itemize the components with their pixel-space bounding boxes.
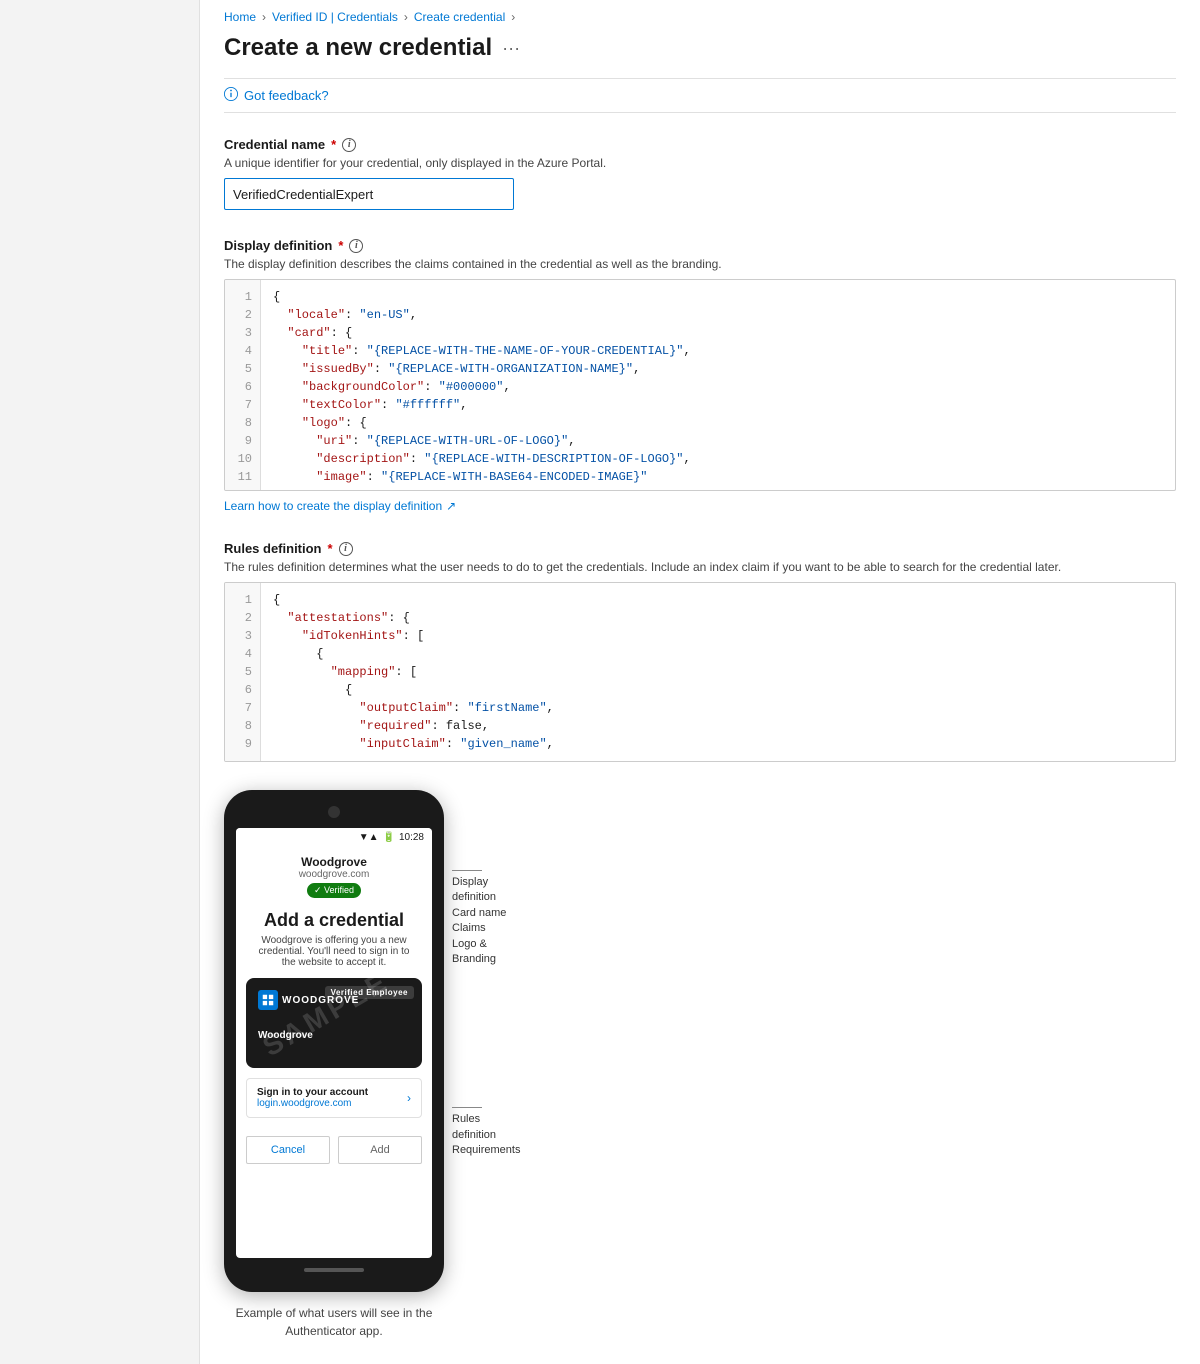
phone-org-url: woodgrove.com bbox=[248, 869, 420, 880]
card-org-name: Woodgrove bbox=[258, 1030, 410, 1041]
page-title: Create a new credential bbox=[224, 34, 492, 62]
verified-badge: ✓ Verified bbox=[307, 883, 361, 898]
breadcrumb-sep-2: › bbox=[404, 10, 408, 24]
rules-line-numbers: 12345 6789 bbox=[225, 583, 261, 761]
sign-in-label: Sign in to your account bbox=[257, 1087, 368, 1098]
phone-add-title: Add a credential bbox=[236, 902, 432, 935]
rules-definition-editor[interactable]: 12345 6789 { "attestations": { "idTokenH… bbox=[224, 582, 1176, 762]
phone-time: 10:28 bbox=[399, 832, 424, 843]
sign-in-arrow-icon: › bbox=[407, 1091, 411, 1105]
page-more-button[interactable]: ··· bbox=[502, 38, 520, 59]
right-column: ▼▲ 🔋 10:28 Woodgrove woodgrove.com ✓ Ver… bbox=[224, 790, 544, 1340]
display-definition-learn-link[interactable]: Learn how to create the display definiti… bbox=[224, 499, 456, 513]
phone-action-buttons: Cancel Add bbox=[236, 1128, 432, 1174]
phone-add-desc: Woodgrove is offering you a new credenti… bbox=[236, 935, 432, 978]
phone-home-bar bbox=[304, 1268, 364, 1272]
credential-card: Verified Employee WOODGROVE SAMPLE Woodg… bbox=[246, 978, 422, 1068]
phone-status-bar: ▼▲ 🔋 10:28 bbox=[236, 828, 432, 847]
phone-container: ▼▲ 🔋 10:28 Woodgrove woodgrove.com ✓ Ver… bbox=[224, 790, 444, 1340]
required-star: * bbox=[331, 137, 336, 152]
page-title-row: Create a new credential ··· bbox=[224, 34, 1176, 62]
breadcrumb-sep-3: › bbox=[511, 10, 515, 24]
phone-cancel-button[interactable]: Cancel bbox=[246, 1136, 330, 1164]
signal-icon: ▼▲ bbox=[359, 832, 379, 843]
ann-display-text: DisplaydefinitionCard nameClaimsLogo &Br… bbox=[452, 876, 506, 965]
credential-name-info-icon[interactable]: i bbox=[342, 138, 356, 152]
sidebar bbox=[0, 0, 200, 1364]
phone-camera bbox=[328, 806, 340, 818]
rules-definition-desc: The rules definition determines what the… bbox=[224, 560, 1176, 574]
breadcrumb-home[interactable]: Home bbox=[224, 10, 256, 24]
display-definition-section: Display definition * i The display defin… bbox=[224, 238, 1176, 513]
phone-screen: ▼▲ 🔋 10:28 Woodgrove woodgrove.com ✓ Ver… bbox=[236, 828, 432, 1258]
rules-definition-section: Rules definition * i The rules definitio… bbox=[224, 541, 1176, 762]
credential-name-label: Credential name * i bbox=[224, 137, 1176, 152]
two-col-layout: Credential name * i A unique identifier … bbox=[224, 137, 1176, 790]
display-definition-editor[interactable]: 12345 67891011 { "locale": "en-US", "car… bbox=[224, 279, 1176, 491]
credential-name-input[interactable] bbox=[224, 178, 514, 210]
sign-in-info: Sign in to your account login.woodgrove.… bbox=[257, 1087, 368, 1109]
external-link-icon: ↗ bbox=[446, 499, 456, 513]
main-content: Home › Verified ID | Credentials › Creat… bbox=[200, 0, 1200, 1364]
display-definition-desc: The display definition describes the cla… bbox=[224, 257, 1176, 271]
credential-name-section: Credential name * i A unique identifier … bbox=[224, 137, 1176, 210]
breadcrumb-create-credential[interactable]: Create credential bbox=[414, 10, 505, 24]
breadcrumb-verified-id[interactable]: Verified ID | Credentials bbox=[272, 10, 398, 24]
ann-rules-text: RulesdefinitionRequirements bbox=[452, 1113, 520, 1156]
sign-in-url: login.woodgrove.com bbox=[257, 1098, 368, 1109]
phone-example-text: Example of what users will see in theAut… bbox=[236, 1304, 433, 1340]
rules-definition-info-icon[interactable]: i bbox=[339, 542, 353, 556]
phone-sign-in-row: Sign in to your account login.woodgrove.… bbox=[246, 1078, 422, 1118]
rules-code-content: { "attestations": { "idTokenHints": [ { … bbox=[261, 583, 1175, 761]
display-definition-label: Display definition * i bbox=[224, 238, 1176, 253]
credential-name-desc: A unique identifier for your credential,… bbox=[224, 156, 1176, 170]
left-column: Credential name * i A unique identifier … bbox=[224, 137, 1176, 790]
breadcrumb-sep-1: › bbox=[262, 10, 266, 24]
breadcrumb: Home › Verified ID | Credentials › Creat… bbox=[224, 10, 1176, 24]
phone-mockup: ▼▲ 🔋 10:28 Woodgrove woodgrove.com ✓ Ver… bbox=[224, 790, 444, 1292]
feedback-icon bbox=[224, 87, 238, 104]
display-definition-info-icon[interactable]: i bbox=[349, 239, 363, 253]
display-req-star: * bbox=[338, 238, 343, 253]
phone-org-header: Woodgrove woodgrove.com ✓ Verified bbox=[236, 847, 432, 902]
phone-org-name: Woodgrove bbox=[248, 855, 420, 869]
annotations-side: DisplaydefinitionCard nameClaimsLogo &Br… bbox=[452, 870, 520, 1159]
feedback-bar[interactable]: Got feedback? bbox=[224, 78, 1176, 113]
display-definition-annotation: DisplaydefinitionCard nameClaimsLogo &Br… bbox=[452, 870, 520, 967]
card-badge: Verified Employee bbox=[325, 986, 414, 999]
feedback-label: Got feedback? bbox=[244, 88, 329, 103]
display-code-content: { "locale": "en-US", "card": { "title": … bbox=[261, 280, 1175, 490]
battery-icon: 🔋 bbox=[383, 832, 395, 843]
phone-add-button[interactable]: Add bbox=[338, 1136, 422, 1164]
rules-req-star: * bbox=[328, 541, 333, 556]
rules-definition-label: Rules definition * i bbox=[224, 541, 1176, 556]
card-logo-icon bbox=[258, 990, 278, 1010]
display-line-numbers: 12345 67891011 bbox=[225, 280, 261, 490]
rules-definition-annotation: RulesdefinitionRequirements bbox=[452, 1107, 520, 1158]
phone-annotation-group: ▼▲ 🔋 10:28 Woodgrove woodgrove.com ✓ Ver… bbox=[224, 790, 544, 1340]
